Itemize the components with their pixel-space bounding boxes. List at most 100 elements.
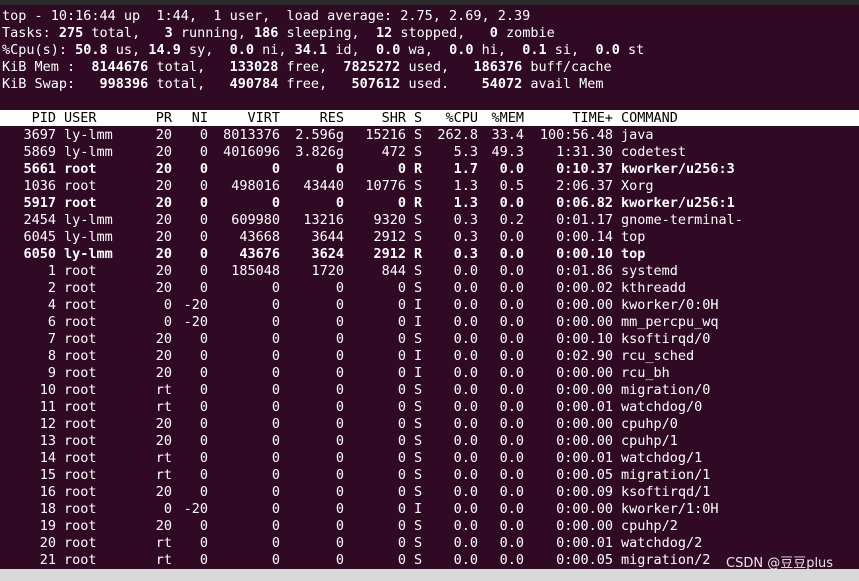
table-row: 13 root 20 0 0 0 0 S 0.0 0.0 0:00.00 cpuhp/1 [0,433,859,450]
table-row: 14 root rt 0 0 0 0 S 0.0 0.0 0:00.01 watchdog/1 [0,450,859,467]
process-res: 3624 [311,246,344,262]
process-mem: 0.0 [499,484,524,500]
process-user: ly-lmm [64,246,113,262]
process-shr: 0 [397,552,406,568]
process-state: S [414,127,423,143]
process-priority: 20 [155,518,172,534]
process-state: S [414,399,423,415]
process-mem: 0.2 [499,212,524,228]
process-shr: 0 [397,518,406,534]
process-nice: 0 [199,246,208,262]
process-virt: 609980 [231,212,280,228]
table-row: 19 root 20 0 0 0 0 S 0.0 0.0 0:00.00 cpuhp/2 [0,518,859,535]
process-priority: 20 [155,280,172,296]
process-time: 0:00.00 [556,501,613,517]
process-priority: rt [155,382,172,398]
process-mem: 0.5 [499,178,524,194]
process-res: 1720 [311,263,344,279]
process-state: I [414,365,423,381]
table-row: 2 root 20 0 0 0 0 S 0.0 0.0 0:00.02 kthreadd [0,280,859,297]
process-nice: 0 [199,348,208,364]
process-pid: 3697 [23,127,56,143]
process-priority: 0 [163,501,172,517]
table-row: 2454 ly-lmm 20 0 609980 13216 9320 S 0.3 0.2 0:01.… [0,212,859,229]
process-time: 2:06.37 [556,178,613,194]
process-mem: 0.0 [499,348,524,364]
summary-value: 7825272 [343,59,401,75]
table-row: 5869 ly-lmm 20 0 4016096 3.826g 472 S 5.3 49.3 1:3… [0,144,859,161]
process-pid: 9 [47,365,56,381]
summary-text: top - 10:16:44 up 1:44, 1 user, load ave… [2,8,531,24]
process-shr: 15216 [365,127,406,143]
process-nice: 0 [199,331,208,347]
process-mem: 49.3 [491,144,524,160]
process-state: S [414,433,423,449]
process-time: 0:10.37 [556,161,613,177]
terminal-window[interactable]: top - 10:16:44 up 1:44, 1 user, load ave… [0,0,859,581]
process-shr: 0 [397,416,406,432]
process-pid: 6050 [23,246,56,262]
process-mem: 0.0 [499,195,524,211]
column-header-pr: PR [155,110,172,126]
process-time: 0:00.00 [556,365,613,381]
summary-cpu-line: %Cpu(s): 50.8 us, 14.9 sy, 0.0 ni, 34.1 … [2,42,857,59]
process-mem: 0.0 [499,331,524,347]
process-res: 2.596g [295,127,344,143]
process-mem: 0.0 [499,399,524,415]
summary-swap-line: KiB Swap: 998396 total, 490784 free, 507… [2,76,857,93]
process-command: kthreadd [621,280,687,296]
column-header-pid: PID [31,110,56,126]
process-virt: 0 [271,161,280,177]
process-state: I [414,314,423,330]
process-res: 0 [335,331,344,347]
process-res: 0 [335,280,344,296]
process-user: root [64,450,97,466]
column-header-command: COMMAND [621,110,678,126]
process-shr: 0 [397,314,406,330]
process-state: S [414,484,423,500]
table-row: 1 root 20 0 185048 1720 844 S 0.0 0.0 0:01.86 syste… [0,263,859,280]
process-pid: 5661 [23,161,56,177]
table-row: 18 root 0 -20 0 0 0 I 0.0 0.0 0:00.00 kworker/1:0H [0,501,859,518]
summary-text: avail Mem [522,76,604,92]
process-shr: 0 [397,331,406,347]
process-virt: 43668 [239,229,280,245]
process-shr: 0 [397,280,406,296]
process-pid: 11 [39,399,56,415]
process-cpu: 0.0 [453,297,478,313]
summary-text: %Cpu(s): [2,42,76,58]
process-res: 43440 [303,178,344,194]
process-virt: 0 [271,416,280,432]
process-command: migration/0 [621,382,711,398]
table-row: 4 root 0 -20 0 0 0 I 0.0 0.0 0:00.00 kworker/0:0H [0,297,859,314]
summary-value: 186376 [473,59,523,75]
process-time: 100:56.48 [539,127,613,143]
process-state: S [414,178,423,194]
process-user: root [64,263,97,279]
column-header-res: RES [319,110,344,126]
process-shr: 0 [397,484,406,500]
process-res: 0 [335,518,344,534]
process-time: 0:00.00 [556,297,613,313]
process-res: 0 [335,552,344,568]
process-state: I [414,348,423,364]
process-cpu: 5.3 [453,144,478,160]
summary-text: st [619,42,645,58]
process-pid: 19 [39,518,56,534]
process-state: S [414,263,423,279]
process-nice: -20 [183,314,208,330]
process-user: ly-lmm [64,127,113,143]
process-time: 0:00.01 [556,399,613,415]
process-cpu: 1.3 [453,195,478,211]
process-command: migration/1 [621,467,711,483]
summary-mem-line: KiB Mem : 8144676 total, 133028 free, 78… [2,59,857,76]
process-time: 0:00.01 [556,450,613,466]
process-command: top [621,229,646,245]
process-cpu: 0.0 [453,365,478,381]
process-cpu: 0.0 [453,450,478,466]
process-virt: 0 [271,365,280,381]
process-priority: 20 [155,195,172,211]
process-nice: 0 [199,518,208,534]
process-virt: 0 [271,535,280,551]
process-mem: 0.0 [499,365,524,381]
